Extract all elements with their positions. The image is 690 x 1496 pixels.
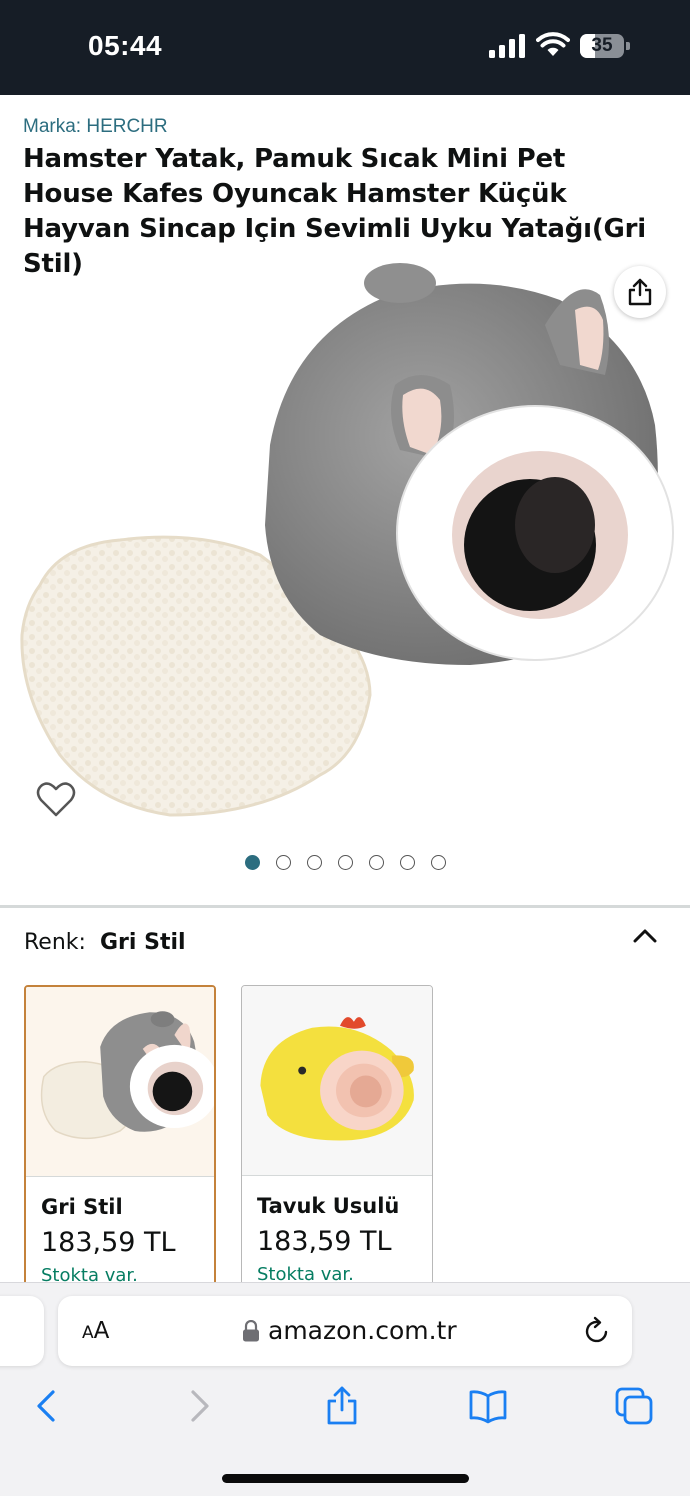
tabs-icon[interactable]	[614, 1386, 654, 1426]
carousel-dot[interactable]	[368, 855, 384, 870]
url-text[interactable]: amazon.com.tr	[268, 1316, 457, 1345]
status-time: 05:44	[88, 30, 163, 61]
variant-option-price: 183,59 TL	[257, 1226, 392, 1257]
carousel-dot[interactable]	[275, 855, 291, 870]
chevron-up-icon[interactable]	[632, 926, 658, 946]
bookmarks-icon[interactable]	[468, 1386, 508, 1426]
battery-body: 35	[580, 34, 624, 58]
carousel-dot[interactable]	[430, 855, 446, 870]
text-size-large-label: A	[93, 1318, 110, 1344]
share-icon	[628, 278, 652, 306]
battery-level: 35	[591, 35, 613, 56]
battery-icon: 35	[580, 34, 630, 58]
carousel-dot[interactable]	[306, 855, 322, 870]
heart-icon[interactable]	[36, 780, 76, 818]
product-image[interactable]	[0, 255, 690, 845]
variant-option-gri-stil[interactable]: Gri Stil 183,59 TL Stokta var.	[24, 985, 216, 1305]
variant-selected-value: Gri Stil	[100, 930, 186, 955]
carousel-dot[interactable]	[244, 855, 260, 870]
variant-option-name: Tavuk Usulü	[257, 1194, 400, 1218]
variant-option-price: 183,59 TL	[41, 1227, 176, 1258]
reload-icon[interactable]	[582, 1316, 612, 1346]
carousel-dots[interactable]	[0, 855, 690, 871]
text-size-small-label: A	[82, 1323, 94, 1343]
carousel-dot[interactable]	[337, 855, 353, 870]
brand-link[interactable]: Marka: HERCHR	[23, 116, 168, 138]
back-icon[interactable]	[28, 1386, 68, 1426]
section-divider	[0, 905, 690, 908]
variant-thumbnail	[242, 986, 432, 1176]
share-icon[interactable]	[322, 1386, 362, 1426]
cellular-signal-icon	[489, 34, 525, 58]
lock-icon	[243, 1320, 259, 1342]
variant-label: Renk:	[24, 930, 86, 955]
wifi-icon	[536, 32, 570, 56]
forward-icon[interactable]	[178, 1386, 218, 1426]
carousel-dot[interactable]	[399, 855, 415, 870]
variant-thumbnail	[26, 987, 214, 1177]
text-size-button[interactable]: AA	[82, 1318, 109, 1344]
share-button[interactable]	[614, 266, 666, 318]
home-indicator	[222, 1474, 469, 1483]
battery-tip	[626, 42, 630, 50]
variant-option-name: Gri Stil	[41, 1195, 123, 1219]
previous-tab-preview[interactable]	[0, 1296, 44, 1366]
status-bar: 05:44 35	[0, 0, 690, 95]
variant-option-tavuk-usulu[interactable]: Tavuk Usulü 183,59 TL Stokta var.	[241, 985, 433, 1305]
